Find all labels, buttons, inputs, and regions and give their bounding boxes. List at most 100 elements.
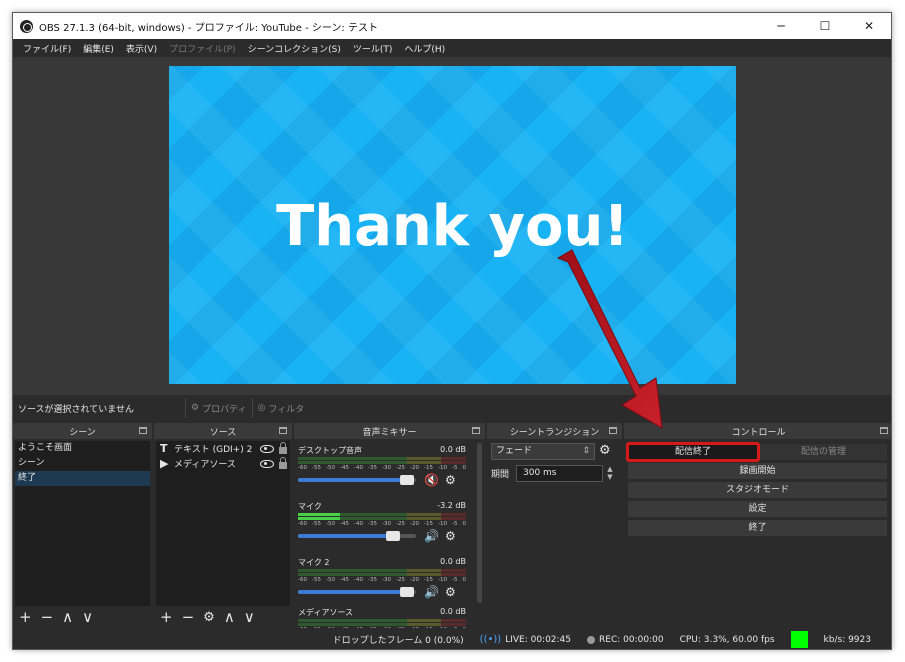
scale-tick: -50 — [326, 577, 335, 583]
undock-icon[interactable] — [139, 427, 147, 434]
scale-tick: -5 — [452, 465, 458, 471]
filters-label: フィルタ — [268, 404, 305, 415]
transition-select[interactable]: フェード ⇕ — [491, 443, 595, 460]
speaker-icon[interactable]: 🔊 — [424, 585, 440, 599]
mixer-channel: メディアソース0.0 dB-60-55-50-45-40-35-30-25-20… — [298, 607, 466, 628]
muted-speaker-icon[interactable]: 🔇 — [424, 473, 440, 487]
gear-icon[interactable]: ⚙ — [445, 585, 456, 599]
transitions-dock: シーントランジション フェード ⇕ ⚙ 期間 300 ms ▲ ▼ — [487, 423, 622, 628]
gear-icon[interactable]: ⚙ — [445, 529, 456, 543]
chevron-down-icon[interactable]: ▼ — [604, 473, 616, 481]
speaker-icon[interactable]: 🔊 — [424, 529, 440, 543]
chevron-down-icon[interactable]: ∨ — [244, 608, 255, 626]
undock-icon[interactable] — [609, 427, 617, 434]
chevron-up-icon[interactable]: ∧ — [62, 608, 73, 626]
scale-tick: 0 — [462, 465, 467, 471]
chevron-up-icon[interactable]: ▲ — [604, 465, 616, 473]
add-icon[interactable]: + — [160, 608, 173, 626]
eye-icon[interactable] — [260, 444, 274, 453]
scale-tick: -55 — [312, 577, 321, 583]
menu-scene-collection[interactable]: シーンコレクション(S) — [242, 42, 347, 55]
preview-canvas[interactable]: Thank you! — [169, 66, 736, 384]
slider-knob[interactable] — [400, 587, 415, 597]
source-item[interactable]: T テキスト (GDI+) 2 — [156, 441, 290, 456]
scale-tick: 0 — [462, 521, 467, 527]
menu-profile[interactable]: プロファイル(P) — [163, 42, 241, 55]
mixer-channel: マイク -3.2 dB -60 -55 -50 -45 -40 -35 -30 -25 -20 -15… — [298, 501, 466, 557]
volume-slider[interactable] — [298, 587, 416, 597]
studio-mode-button[interactable]: スタジオモード — [628, 482, 887, 498]
minimize-button[interactable]: ─ — [759, 13, 803, 39]
gear-icon[interactable]: ⚙ — [599, 443, 611, 458]
volume-slider[interactable] — [298, 531, 416, 541]
lock-icon[interactable] — [279, 441, 287, 454]
mixer-scrollbar[interactable] — [477, 443, 482, 603]
lock-icon[interactable] — [279, 456, 287, 469]
mixer-header: 音声ミキサー — [294, 423, 485, 439]
source-list: T テキスト (GDI+) 2 ▶ メディアソース — [156, 441, 290, 606]
controls-title: コントロール — [731, 427, 786, 438]
chevron-up-icon[interactable]: ∧ — [224, 608, 235, 626]
mixer-channels: デスクトップ音声 0.0 dB -60 -55 -50 -45 -40 -35 -30 -25 -2… — [294, 441, 485, 628]
menu-file[interactable]: ファイル(F) — [17, 42, 77, 55]
undock-icon[interactable] — [472, 427, 480, 434]
stream-health-indicator — [790, 631, 808, 648]
slider-knob[interactable] — [400, 475, 415, 485]
rec-status: REC: 00:00:00 — [587, 635, 664, 645]
menu-help[interactable]: ヘルプ(H) — [398, 42, 451, 55]
scale-tick: -10 — [438, 577, 447, 583]
media-source-icon: ▶ — [160, 457, 169, 470]
scale-tick: -50 — [326, 521, 335, 527]
chevron-down-icon[interactable]: ∨ — [82, 608, 93, 626]
remove-icon[interactable]: − — [182, 608, 195, 626]
undock-icon[interactable] — [279, 427, 287, 434]
add-icon[interactable]: + — [19, 608, 32, 626]
source-toolbar: + − ⚙ ∧ ∨ — [154, 606, 292, 628]
duration-spinner[interactable]: ▲ ▼ — [604, 465, 616, 482]
volume-meter — [298, 573, 466, 576]
scale-tick: -25 — [396, 521, 405, 527]
scene-item[interactable]: シーン — [15, 456, 150, 471]
updown-icon: ⇕ — [582, 446, 590, 456]
properties-button[interactable]: ⚙ プロパティ — [185, 398, 252, 418]
remove-icon[interactable]: − — [41, 608, 54, 626]
settings-button[interactable]: 設定 — [628, 501, 887, 517]
volume-meter — [298, 457, 466, 460]
dropped-frames: ドロップしたフレーム 0 (0.0%) — [332, 636, 464, 646]
source-item[interactable]: ▶ メディアソース — [156, 456, 290, 471]
start-recording-button[interactable]: 録画開始 — [628, 463, 887, 479]
volume-slider[interactable] — [298, 475, 416, 485]
duration-input[interactable]: 300 ms — [516, 465, 603, 482]
scene-item[interactable]: ようこそ画面 — [15, 441, 150, 456]
stop-streaming-button[interactable]: 配信終了 — [626, 442, 760, 462]
gear-icon[interactable]: ⚙ — [445, 473, 456, 487]
eye-icon[interactable] — [260, 459, 274, 468]
scene-item[interactable]: 終了 — [15, 471, 150, 486]
meter-level — [298, 517, 340, 520]
close-button[interactable]: ✕ — [847, 13, 891, 39]
exit-button[interactable]: 終了 — [628, 520, 887, 536]
properties-label: プロパティ — [202, 404, 247, 415]
menu-edit[interactable]: 編集(E) — [77, 42, 120, 55]
scale-tick: -60 — [298, 465, 307, 471]
volume-meter — [298, 513, 466, 516]
filter-icon: ◎ — [257, 403, 266, 413]
scale-tick: -25 — [396, 465, 405, 471]
manage-broadcast-button[interactable]: 配信の管理 — [760, 444, 887, 460]
meter-scale: -60-55-50-45-40-35-30-25-20-15-10-50 — [298, 521, 466, 528]
menu-tools[interactable]: ツール(T) — [347, 42, 399, 55]
gear-icon[interactable]: ⚙ — [203, 610, 215, 625]
maximize-button[interactable]: ☐ — [803, 13, 847, 39]
source-name: テキスト (GDI+) 2 — [174, 445, 253, 455]
menu-view[interactable]: 表示(V) — [120, 42, 163, 55]
scene-list: ようこそ画面 シーン 終了 — [15, 441, 150, 606]
window-title: OBS 27.1.3 (64-bit, windows) - プロファイル: Y… — [39, 22, 378, 34]
channel-db: 0.0 dB — [440, 557, 466, 566]
filters-button[interactable]: ◎ フィルタ — [251, 398, 310, 418]
scene-toolbar: + − ∧ ∨ — [13, 606, 152, 628]
slider-knob[interactable] — [385, 531, 400, 541]
volume-meter — [298, 461, 466, 464]
undock-icon[interactable] — [880, 427, 888, 434]
obs-window: OBS 27.1.3 (64-bit, windows) - プロファイル: Y… — [12, 12, 892, 650]
scale-tick: -20 — [410, 521, 419, 527]
